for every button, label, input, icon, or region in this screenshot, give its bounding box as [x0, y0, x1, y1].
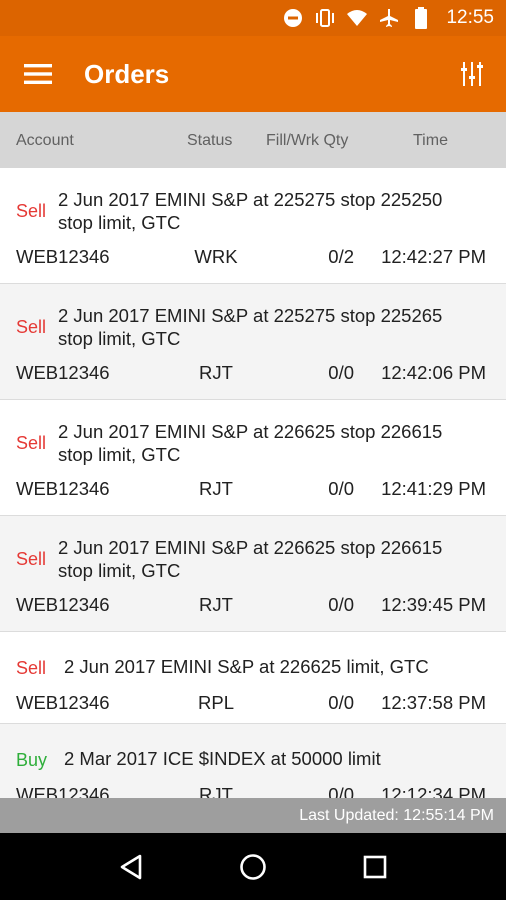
do-not-disturb-icon: [282, 7, 304, 29]
order-qty: 0/0: [328, 692, 354, 713]
order-status: RJT: [199, 594, 233, 615]
order-time: 12:39:45 PM: [381, 594, 486, 615]
order-time: 12:37:58 PM: [381, 692, 486, 713]
column-fill-qty[interactable]: Fill/Wrk Qty: [266, 132, 348, 150]
column-time[interactable]: Time: [413, 132, 448, 150]
order-time: 12:12:34 PM: [381, 784, 486, 798]
battery-icon: [410, 7, 432, 29]
column-status[interactable]: Status: [187, 132, 232, 150]
order-row[interactable]: Sell 2 Jun 2017 EMINI S&P at 226625 limi…: [0, 632, 506, 724]
order-time: 12:41:29 PM: [381, 478, 486, 499]
recents-button[interactable]: [350, 842, 400, 892]
airplane-icon: [378, 7, 400, 29]
order-row[interactable]: Sell 2 Jun 2017 EMINI S&P at 226625 stop…: [0, 400, 506, 516]
order-side: Sell: [16, 658, 47, 678]
order-status: RJT: [199, 362, 233, 383]
filter-button[interactable]: [438, 36, 506, 112]
status-bar: 12:55: [0, 0, 506, 36]
order-description: 2 Jun 2017 EMINI S&P at 225275 stop 2252…: [58, 189, 443, 233]
order-time: 12:42:06 PM: [381, 362, 486, 383]
order-description: 2 Mar 2017 ICE $INDEX at 50000 limit: [64, 748, 381, 769]
order-time: 12:42:27 PM: [381, 246, 486, 267]
orders-list[interactable]: Sell 2 Jun 2017 EMINI S&P at 225275 stop…: [0, 168, 506, 798]
order-account: WEB12346: [16, 362, 110, 383]
order-row[interactable]: Buy 2 Mar 2017 ICE $INDEX at 50000 limit…: [0, 724, 506, 798]
order-status: RJT: [199, 784, 233, 798]
order-account: WEB12346: [16, 692, 110, 713]
back-icon: [120, 854, 142, 879]
order-account: WEB12346: [16, 594, 110, 615]
order-side: Sell: [16, 201, 47, 221]
order-qty: 0/2: [328, 246, 354, 267]
filter-sliders-icon: [461, 62, 483, 86]
order-description: 2 Jun 2017 EMINI S&P at 225275 stop 2252…: [58, 305, 443, 349]
order-account: WEB12346: [16, 784, 110, 798]
home-button[interactable]: [228, 842, 278, 892]
order-row[interactable]: Sell 2 Jun 2017 EMINI S&P at 226625 stop…: [0, 516, 506, 632]
order-status: WRK: [194, 246, 238, 267]
order-row[interactable]: Sell 2 Jun 2017 EMINI S&P at 225275 stop…: [0, 284, 506, 400]
order-qty: 0/0: [328, 594, 354, 615]
order-qty: 0/0: [328, 478, 354, 499]
page-title: Orders: [84, 58, 170, 89]
status-clock: 12:55: [446, 7, 494, 28]
app-bar: Orders: [0, 36, 506, 112]
column-account[interactable]: Account: [16, 132, 74, 150]
order-account: WEB12346: [16, 478, 110, 499]
column-header: Account Status Fill/Wrk Qty Time: [0, 112, 506, 168]
order-qty: 0/0: [328, 784, 354, 798]
back-button[interactable]: [106, 842, 156, 892]
vibrate-icon: [314, 7, 336, 29]
order-side: Sell: [16, 433, 47, 453]
last-updated-text: Last Updated: 12:55:14 PM: [299, 806, 494, 824]
menu-button[interactable]: [0, 36, 80, 112]
order-status: RPL: [198, 692, 234, 713]
recents-icon: [363, 855, 387, 878]
order-side: Sell: [16, 317, 47, 337]
order-description: 2 Jun 2017 EMINI S&P at 226625 stop 2266…: [58, 537, 443, 581]
order-row[interactable]: Sell 2 Jun 2017 EMINI S&P at 225275 stop…: [0, 168, 506, 284]
order-side: Sell: [16, 549, 47, 569]
order-description: 2 Jun 2017 EMINI S&P at 226625 stop 2266…: [58, 421, 443, 465]
order-qty: 0/0: [328, 362, 354, 383]
system-nav-bar: [0, 833, 506, 900]
order-status: RJT: [199, 478, 233, 499]
order-description: 2 Jun 2017 EMINI S&P at 226625 limit, GT…: [64, 656, 429, 677]
order-side: Buy: [16, 750, 48, 770]
menu-icon: [24, 64, 52, 84]
order-account: WEB12346: [16, 246, 110, 267]
wifi-icon: [346, 7, 368, 29]
last-updated-bar: Last Updated: 12:55:14 PM: [0, 798, 506, 833]
home-icon: [240, 853, 266, 880]
